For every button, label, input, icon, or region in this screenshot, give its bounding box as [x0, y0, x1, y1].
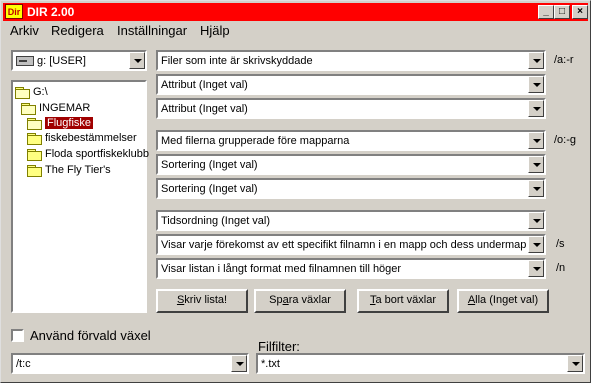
tree-item-floda[interactable]: Floda sportfiskeklubb — [27, 146, 149, 162]
folder-icon — [27, 164, 42, 177]
recursive-switch: /s — [556, 238, 565, 250]
tree-item-ingemar[interactable]: INGEMAR — [21, 100, 90, 116]
chevron-down-icon[interactable] — [528, 260, 544, 277]
chevron-down-icon[interactable] — [528, 180, 544, 197]
folder-open-icon — [21, 102, 36, 115]
drive-label: g: [USER] — [37, 55, 86, 67]
folder-tree[interactable]: G:\ INGEMAR Flugfiske fiskebestämmelser … — [11, 80, 149, 313]
format-value: Visar listan i långt format med filnamne… — [161, 263, 402, 275]
filefilter-label: Filfilter: — [258, 339, 300, 354]
drive-select-value: g: [USER] — [16, 54, 127, 68]
menu-hjalp[interactable]: Hjälp — [200, 23, 230, 39]
tree-item-label: fiskebestämmelser — [45, 132, 137, 144]
menu-bar: Arkiv Redigera Inställningar Hjälp — [3, 22, 588, 40]
sorting-select-1[interactable]: Med filerna grupperade före mapparna — [156, 130, 546, 151]
menu-arkiv[interactable]: Arkiv — [10, 23, 39, 39]
tree-item-label: G:\ — [33, 86, 48, 98]
attribute-select-2[interactable]: Attribut (Inget val) — [156, 74, 546, 95]
format-switch: /n — [556, 262, 566, 274]
sorting-select-3[interactable]: Sortering (Inget val) — [156, 178, 546, 199]
recursive-value: Visar varje förekomst av ett specifikt f… — [161, 239, 526, 251]
sorting-select-2-value: Sortering (Inget val) — [161, 159, 258, 171]
all-none-button[interactable]: Alla (Inget val) — [457, 289, 549, 313]
close-button[interactable]: × — [572, 5, 588, 19]
main-window: Dir DIR 2.00 _ □ × Arkiv Redigera Instäl… — [0, 0, 591, 383]
title-bar[interactable]: Dir DIR 2.00 _ □ × — [3, 3, 588, 21]
window-title: DIR 2.00 — [27, 5, 75, 19]
tree-item-label: INGEMAR — [39, 102, 91, 114]
drive-icon — [16, 56, 34, 67]
default-switch-checkbox[interactable] — [11, 329, 24, 342]
chevron-down-icon[interactable] — [528, 212, 544, 229]
app-icon[interactable]: Dir — [5, 4, 23, 19]
menu-redigera[interactable]: Redigera — [51, 23, 104, 39]
delete-switches-button[interactable]: Ta bort växlar — [357, 289, 449, 313]
maximize-button[interactable]: □ — [554, 5, 570, 19]
sorting-select-3-value: Sortering (Inget val) — [161, 183, 258, 195]
tree-item-fiskebestammelser[interactable]: fiskebestämmelser — [27, 130, 137, 146]
chevron-down-icon[interactable] — [528, 76, 544, 93]
chevron-down-icon[interactable] — [129, 52, 145, 69]
time-order-select[interactable]: Tidsordning (Inget val) — [156, 210, 546, 231]
filefilter-value: *.txt — [261, 358, 280, 370]
default-switch-label: Använd förvald växel — [30, 328, 151, 343]
tree-item-label: Floda sportfiskeklubb — [45, 148, 149, 160]
recursive-select[interactable]: Visar varje förekomst av ett specifikt f… — [156, 234, 546, 255]
tree-item-label: The Fly Tier's — [45, 164, 111, 176]
drive-select[interactable]: g: [USER] — [11, 50, 147, 71]
chevron-down-icon[interactable] — [528, 236, 544, 253]
attribute-select-2-value: Attribut (Inget val) — [161, 79, 248, 91]
print-list-button[interactable]: Skriv lista! — [156, 289, 248, 313]
default-switch-value: /t:c — [16, 358, 31, 370]
tree-item-flugfiske[interactable]: Flugfiske — [27, 115, 94, 131]
filefilter-select[interactable]: *.txt — [256, 353, 585, 374]
attribute-switch: /a:-r — [554, 54, 574, 66]
time-order-value: Tidsordning (Inget val) — [161, 215, 271, 227]
chevron-down-icon[interactable] — [528, 132, 544, 149]
save-switches-button[interactable]: Spara växlar — [254, 289, 346, 313]
sorting-select-1-value: Med filerna grupperade före mapparna — [161, 135, 350, 147]
tree-item-label-selected: Flugfiske — [45, 117, 94, 129]
chevron-down-icon[interactable] — [567, 355, 583, 372]
tree-item-root[interactable]: G:\ — [15, 84, 48, 100]
folder-open-icon — [15, 86, 30, 99]
chevron-down-icon[interactable] — [231, 355, 247, 372]
sorting-switch: /o:-g — [554, 134, 577, 146]
format-select[interactable]: Visar listan i långt format med filnamne… — [156, 258, 546, 279]
folder-icon — [27, 148, 42, 161]
menu-installningar[interactable]: Inställningar — [117, 23, 187, 39]
chevron-down-icon[interactable] — [528, 52, 544, 69]
default-switch-select[interactable]: /t:c — [11, 353, 249, 374]
tree-item-flytier[interactable]: The Fly Tier's — [27, 162, 111, 178]
folder-open-icon — [27, 117, 42, 130]
attribute-select-3-value: Attribut (Inget val) — [161, 103, 248, 115]
minimize-button[interactable]: _ — [538, 5, 554, 19]
chevron-down-icon[interactable] — [528, 100, 544, 117]
attribute-select-3[interactable]: Attribut (Inget val) — [156, 98, 546, 119]
chevron-down-icon[interactable] — [528, 156, 544, 173]
sorting-select-2[interactable]: Sortering (Inget val) — [156, 154, 546, 175]
attribute-select-1-value: Filer som inte är skrivskyddade — [161, 55, 313, 67]
folder-icon — [27, 132, 42, 145]
attribute-select-1[interactable]: Filer som inte är skrivskyddade — [156, 50, 546, 71]
